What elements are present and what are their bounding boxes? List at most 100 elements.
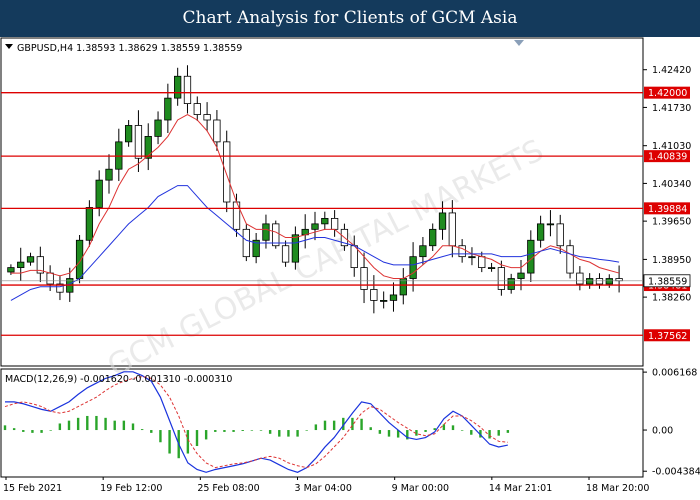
- candle-bullish: [26, 256, 35, 263]
- x-tick-label: 15 Feb 2021: [3, 483, 62, 494]
- macd-histogram-bar: [95, 415, 98, 431]
- macd-y-tick-label: 0.006168: [652, 368, 697, 379]
- macd-histogram-bar: [360, 418, 363, 431]
- candle-bullish: [429, 228, 437, 247]
- candle-bearish: [183, 75, 192, 105]
- candle-bullish: [7, 267, 15, 273]
- macd-histogram-bar: [305, 430, 308, 431]
- macd-histogram-bar: [323, 420, 327, 431]
- candle-bullish: [380, 299, 388, 302]
- current-price-label: 1.38559: [648, 276, 687, 287]
- macd-histogram-bar: [131, 423, 135, 431]
- macd-histogram-bar: [40, 430, 43, 433]
- candle-bearish: [576, 272, 584, 285]
- candle-bearish: [242, 228, 250, 258]
- price-y-tick-label: 1.40340: [652, 179, 691, 190]
- macd-histogram-bar: [351, 417, 354, 431]
- macd-histogram-bar: [140, 429, 144, 431]
- macd-histogram-bar: [259, 430, 263, 431]
- candle-bullish: [321, 217, 329, 225]
- macd-histogram-bar: [278, 430, 281, 437]
- candle-bullish: [419, 245, 427, 258]
- macd-y-tick-label: 0.00: [652, 426, 673, 437]
- macd-histogram-bar: [442, 424, 446, 431]
- price-y-tick-label: 1.41730: [652, 103, 691, 114]
- macd-histogram-bar: [488, 430, 491, 439]
- candle-bullish: [389, 294, 398, 301]
- candle-bullish: [409, 256, 417, 279]
- macd-histogram-bar: [204, 430, 208, 440]
- candle-bearish: [497, 267, 506, 290]
- level-price-label: 1.37562: [648, 331, 687, 342]
- macd-histogram-bar: [113, 420, 116, 431]
- candle-bearish: [448, 212, 456, 247]
- symbol-label: GBPUSD,H4 1.38593 1.38629 1.38559 1.3855…: [17, 43, 242, 54]
- macd-histogram-bar: [314, 424, 318, 431]
- candle-bullish: [438, 212, 447, 230]
- candle-bullish: [507, 278, 515, 290]
- macd-histogram-bar: [186, 430, 190, 454]
- candle-bullish: [527, 239, 535, 274]
- candle-bullish: [291, 234, 300, 263]
- level-price-label: 1.42000: [648, 88, 687, 99]
- candle-bullish: [262, 223, 270, 241]
- macd-histogram-bar: [470, 430, 473, 435]
- candle-bearish: [134, 125, 143, 159]
- macd-histogram-bar: [232, 430, 235, 432]
- macd-histogram-bar: [67, 420, 71, 431]
- candle-bearish: [350, 245, 358, 269]
- x-tick-label: 14 Mar 21:01: [489, 483, 552, 494]
- macd-histogram-bar: [12, 428, 16, 431]
- candle-bearish: [46, 272, 54, 285]
- candle-bearish: [330, 217, 339, 230]
- chart-canvas: GCM GLOBAL CAPITAL MARKETS GBPUSD,H4 1.3…: [0, 37, 700, 494]
- macd-histogram-bar: [86, 415, 89, 431]
- candle-bearish: [360, 267, 368, 290]
- price-y-tick-label: 1.39650: [652, 217, 691, 228]
- candle-bearish: [615, 278, 623, 282]
- candle-bullish: [468, 256, 476, 259]
- candle-bearish: [193, 103, 201, 115]
- macd-histogram-bar: [241, 430, 244, 431]
- level-price-label: 1.39884: [648, 204, 687, 215]
- x-tick-label: 3 Mar 04:00: [295, 483, 352, 494]
- candle-bearish: [203, 114, 211, 121]
- candle-bullish: [154, 119, 162, 137]
- macd-histogram-bar: [49, 430, 52, 431]
- macd-histogram-bar: [497, 430, 500, 436]
- macd-histogram-bar: [332, 420, 336, 431]
- macd-histogram-bar: [168, 430, 171, 454]
- candle-bearish: [213, 119, 221, 143]
- macd-histogram-bar: [287, 430, 290, 437]
- macd-histogram-bar: [122, 420, 126, 431]
- macd-histogram-bar: [104, 417, 107, 431]
- macd-histogram-bar: [387, 430, 391, 437]
- candle-bearish: [478, 256, 486, 269]
- chart-title: Chart Analysis for Clients of GCM Asia: [0, 0, 700, 37]
- macd-histogram-bar: [150, 430, 153, 433]
- macd-histogram-bar: [214, 430, 217, 432]
- macd-histogram-bar: [378, 430, 382, 434]
- candle-bullish: [605, 278, 613, 285]
- candle-bearish: [556, 223, 564, 247]
- price-y-tick-label: 1.38950: [652, 255, 691, 266]
- candle-bearish: [370, 289, 378, 301]
- macd-histogram-bar: [195, 430, 199, 447]
- macd-histogram-bar: [159, 430, 162, 443]
- macd-histogram-bar: [451, 425, 455, 431]
- macd-histogram-bar: [268, 430, 272, 434]
- macd-y-tick-label: -0.004384: [652, 467, 700, 478]
- candle-bearish: [595, 278, 604, 285]
- macd-histogram-bar: [369, 427, 372, 431]
- x-tick-label: 25 Feb 08:00: [197, 483, 259, 494]
- macd-histogram-bar: [296, 430, 299, 437]
- candle-bullish: [17, 261, 25, 268]
- candle-bullish: [311, 223, 319, 230]
- macd-histogram-bar: [58, 423, 62, 431]
- macd-label: MACD(12,26,9) -0.001620 -0.001310 -0.000…: [5, 374, 232, 385]
- candle-bullish: [164, 97, 172, 121]
- price-y-tick-label: 1.42420: [652, 65, 691, 76]
- candle-bullish: [85, 207, 94, 241]
- macd-histogram-bar: [250, 430, 254, 431]
- candle-bullish: [586, 278, 594, 285]
